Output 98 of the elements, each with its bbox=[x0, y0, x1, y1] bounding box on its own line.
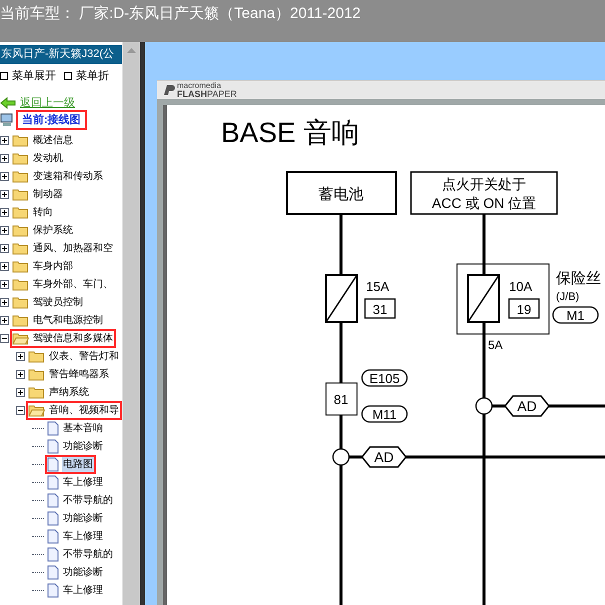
open-folder-icon bbox=[28, 404, 45, 416]
expand-toggle[interactable] bbox=[16, 352, 25, 360]
tree-item[interactable]: 转向 bbox=[32, 204, 54, 220]
menu-button[interactable]: 菜单展开 bbox=[0, 68, 56, 84]
folder-icon bbox=[12, 314, 29, 326]
terminal-box: 81 bbox=[326, 382, 358, 416]
splice-tag: AD bbox=[504, 395, 550, 417]
tree-item[interactable]: 变速箱和传动系 bbox=[32, 168, 104, 184]
folder-icon bbox=[12, 260, 29, 272]
document-icon bbox=[47, 492, 59, 508]
current-location: 当前:接线图 bbox=[18, 112, 85, 128]
folder-icon bbox=[12, 152, 29, 164]
tree-item[interactable]: 概述信息 bbox=[32, 132, 74, 148]
tree-item[interactable]: 发动机 bbox=[32, 150, 64, 166]
tree-item[interactable]: 音响、视频和导 bbox=[48, 402, 120, 418]
expand-toggle[interactable] bbox=[0, 226, 9, 234]
expand-toggle[interactable] bbox=[0, 298, 9, 306]
connector-tag: M11 bbox=[361, 405, 408, 423]
expand-toggle[interactable] bbox=[0, 154, 9, 162]
connector-tag: M1 bbox=[552, 306, 599, 324]
tree-item[interactable]: 驾驶信息和多媒体 bbox=[32, 330, 114, 346]
scrollbar[interactable] bbox=[122, 42, 140, 605]
expand-toggle[interactable] bbox=[0, 172, 9, 180]
ignition-box: 点火开关处于 ACC 或 ON 位置 bbox=[410, 171, 558, 215]
computer-icon bbox=[0, 113, 14, 127]
expand-toggle[interactable] bbox=[0, 262, 9, 270]
tree-item[interactable]: 功能诊断 bbox=[62, 438, 104, 454]
splice-tag: AD bbox=[361, 446, 407, 468]
folder-icon bbox=[12, 170, 29, 182]
document-icon bbox=[47, 474, 59, 490]
list-icon bbox=[64, 72, 72, 80]
document-icon bbox=[47, 582, 59, 598]
tree-item[interactable]: 仪表、警告灯和 bbox=[48, 348, 120, 364]
expand-toggle[interactable] bbox=[0, 136, 9, 144]
document-icon bbox=[47, 510, 59, 526]
tree-item[interactable]: 车身外部、车门、 bbox=[32, 276, 114, 292]
fuse-rating: 10A bbox=[509, 279, 532, 294]
folder-icon bbox=[28, 350, 45, 362]
expand-toggle[interactable] bbox=[0, 316, 9, 324]
document-icon bbox=[47, 528, 59, 544]
fuse-number: 19 bbox=[508, 298, 540, 319]
expand-toggle[interactable] bbox=[16, 388, 25, 396]
document-icon bbox=[47, 546, 59, 562]
tree-item[interactable]: 不带导航的 bbox=[62, 492, 114, 508]
window-title: 当前车型： 厂家:D-东风日产天籁（Teana）2011-2012 bbox=[0, 5, 361, 22]
tree-item[interactable]: 保护系统 bbox=[32, 222, 74, 238]
tree-item[interactable]: 功能诊断 bbox=[62, 564, 104, 580]
menu-button[interactable]: 菜单折 bbox=[64, 68, 109, 84]
back-arrow-icon bbox=[0, 97, 16, 109]
collapse-toggle[interactable] bbox=[0, 334, 9, 342]
list-icon bbox=[0, 72, 8, 80]
connector-tag: E105 bbox=[361, 369, 408, 387]
folder-icon bbox=[12, 188, 29, 200]
document-icon bbox=[47, 420, 59, 436]
tree-item[interactable]: 通风、加热器和空 bbox=[32, 240, 114, 256]
tree-item[interactable]: 驾驶员控制 bbox=[32, 294, 84, 310]
open-folder-icon bbox=[12, 332, 29, 344]
folder-icon bbox=[12, 278, 29, 290]
folder-icon bbox=[12, 224, 29, 236]
current-rating: 5A bbox=[488, 338, 503, 352]
battery-box: 蓄电池 bbox=[286, 171, 397, 215]
expand-toggle[interactable] bbox=[0, 244, 9, 252]
expand-toggle[interactable] bbox=[0, 190, 9, 198]
panel-header: 东风日产-新天籁J32(公 bbox=[0, 45, 122, 64]
tree-item[interactable]: 不带导航的 bbox=[62, 546, 114, 562]
expand-toggle[interactable] bbox=[0, 208, 9, 216]
back-link[interactable]: 返回上一级 bbox=[20, 94, 75, 112]
folder-icon bbox=[12, 242, 29, 254]
tree-item[interactable]: 制动器 bbox=[32, 186, 64, 202]
tree-item[interactable]: 车上修理 bbox=[62, 528, 104, 544]
product-name: FLASHPAPER bbox=[177, 90, 237, 98]
tree-item[interactable]: 车上修理 bbox=[62, 474, 104, 490]
tree-item[interactable]: 车身内部 bbox=[32, 258, 74, 274]
fuse-rating: 15A bbox=[366, 279, 390, 294]
folder-icon bbox=[12, 206, 29, 218]
tree-item[interactable]: 警告蜂鸣器系 bbox=[48, 366, 110, 382]
document-icon bbox=[47, 564, 59, 580]
expand-toggle[interactable] bbox=[16, 370, 25, 378]
tree-item[interactable]: 基本音响 bbox=[62, 420, 104, 436]
document-icon bbox=[47, 456, 59, 472]
diagram-title: BASE 音响 bbox=[221, 117, 360, 148]
tree-item[interactable]: 车上修理 bbox=[62, 582, 104, 598]
expand-toggle[interactable] bbox=[0, 280, 9, 288]
fuse-box-label: 保险丝 bbox=[556, 270, 601, 287]
folder-icon bbox=[28, 386, 45, 398]
folder-icon bbox=[12, 296, 29, 308]
tree-item[interactable]: 功能诊断 bbox=[62, 510, 104, 526]
tree-item[interactable]: 声纳系统 bbox=[48, 384, 90, 400]
logo-icon bbox=[163, 84, 175, 96]
document-icon bbox=[47, 438, 59, 454]
tree-item[interactable]: 电气和电源控制 bbox=[32, 312, 104, 328]
fuse-box-label: (J/B) bbox=[556, 291, 580, 303]
folder-icon bbox=[28, 368, 45, 380]
folder-icon bbox=[12, 134, 29, 146]
brand-name: macromedia bbox=[177, 82, 222, 90]
collapse-toggle[interactable] bbox=[16, 406, 25, 414]
fuse-number: 31 bbox=[364, 298, 396, 319]
tree-item[interactable]: 电路图 bbox=[62, 456, 94, 472]
